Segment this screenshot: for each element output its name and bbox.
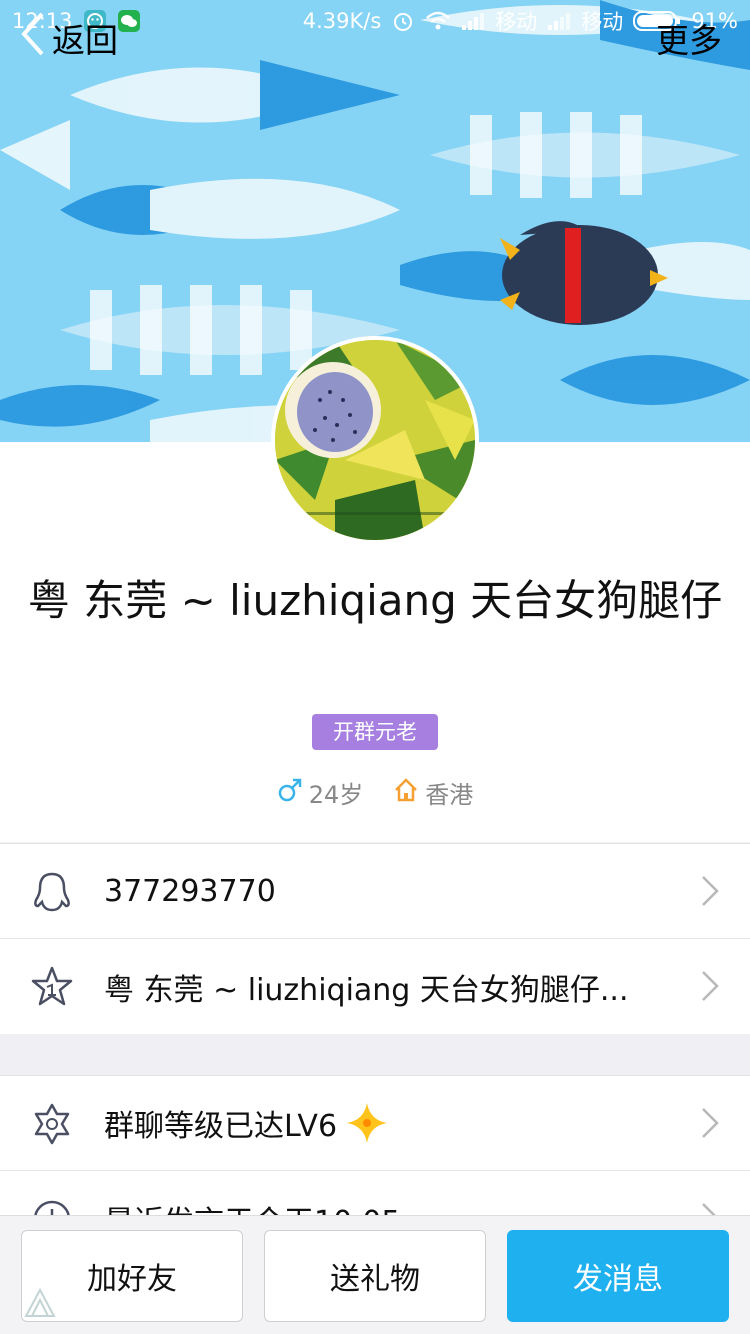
profile-name: 粤 东莞 ~ liuzhiqiang 天台女狗腿仔 bbox=[27, 576, 723, 625]
signal-icon bbox=[461, 11, 485, 31]
send-message-button[interactable]: 发消息 bbox=[507, 1230, 729, 1322]
wechat-icon bbox=[117, 9, 141, 33]
chevron-right-icon bbox=[700, 1106, 720, 1140]
age-text: 24岁 bbox=[308, 781, 364, 809]
more-button[interactable]: 更多 bbox=[656, 14, 722, 62]
network-speed: 4.39K/s bbox=[302, 9, 382, 33]
dragon-fruit-avatar-image bbox=[275, 340, 475, 540]
sparkle-star-icon bbox=[345, 1101, 389, 1145]
wifi-icon bbox=[425, 10, 451, 32]
back-label: 返回 bbox=[52, 21, 118, 60]
watermark-logo-icon bbox=[22, 1286, 58, 1326]
location-info: 香港 bbox=[393, 775, 473, 810]
male-icon bbox=[277, 777, 303, 809]
carrier-label-2: 移动 bbox=[581, 10, 624, 34]
age-info: 24岁 bbox=[277, 775, 364, 810]
group-level-text: 群聊等级已达LV6 bbox=[104, 1109, 338, 1144]
back-button[interactable]: 返回 bbox=[20, 12, 118, 64]
group-nickname: 粤 东莞 ~ liuzhiqiang 天台女狗腿仔... bbox=[104, 972, 629, 1008]
info-list: 377293770 粤 东莞 ~ liuzhiqiang 天台女狗腿仔... bbox=[0, 843, 750, 1034]
chevron-right-icon bbox=[700, 874, 720, 908]
back-arrow-icon bbox=[20, 12, 46, 64]
send-gift-button[interactable]: 送礼物 bbox=[264, 1230, 486, 1322]
bottom-action-bar: 加好友 送礼物 发消息 bbox=[0, 1215, 750, 1334]
group-founder-badge: 开群元老 bbox=[312, 714, 438, 750]
qq-number-row[interactable]: 377293770 bbox=[0, 844, 750, 939]
group-nickname-row[interactable]: 粤 东莞 ~ liuzhiqiang 天台女狗腿仔... bbox=[0, 939, 750, 1034]
carrier-label-1: 移动 bbox=[495, 10, 538, 34]
qq-number: 377293770 bbox=[104, 873, 276, 909]
alarm-icon bbox=[391, 9, 415, 33]
avatar[interactable] bbox=[271, 336, 479, 544]
penguin-icon bbox=[30, 870, 74, 914]
profile-meta: 24岁 香港 bbox=[0, 775, 750, 810]
group-level-row[interactable]: 群聊等级已达LV6 bbox=[0, 1076, 750, 1171]
star-badge-icon bbox=[30, 965, 74, 1009]
location-text: 香港 bbox=[425, 781, 474, 809]
chevron-right-icon bbox=[700, 969, 720, 1003]
home-icon bbox=[393, 777, 419, 809]
signal-icon-2 bbox=[547, 11, 571, 31]
hexagram-icon bbox=[30, 1102, 74, 1146]
